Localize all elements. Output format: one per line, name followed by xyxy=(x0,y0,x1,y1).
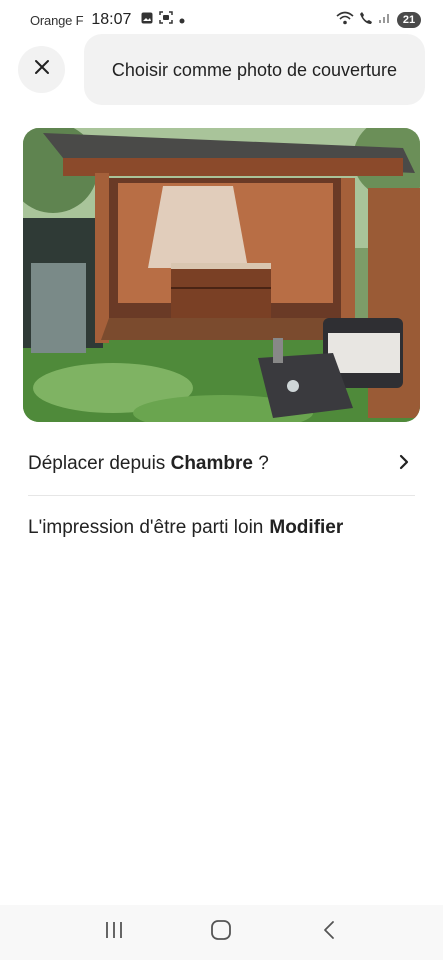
home-button[interactable] xyxy=(196,913,246,953)
close-button[interactable] xyxy=(18,46,65,93)
screen: Orange F 18:07 21 Choisir comme photo de… xyxy=(0,0,443,960)
home-icon xyxy=(210,919,232,946)
clock: 18:07 xyxy=(91,11,132,28)
edit-caption-button[interactable]: Modifier xyxy=(269,517,343,539)
chevron-right-icon xyxy=(399,454,409,475)
status-icons-left xyxy=(141,11,185,29)
move-prefix: Déplacer depuis xyxy=(28,453,171,474)
gallery-icon xyxy=(141,11,153,29)
move-suffix: ? xyxy=(252,453,269,474)
back-button[interactable] xyxy=(304,913,354,953)
carrier-label: Orange F xyxy=(30,12,84,28)
recent-apps-icon xyxy=(104,921,124,944)
move-from-room-row[interactable]: Déplacer depuis Chambre ? xyxy=(28,442,415,486)
photo-caption: L'impression d'être parti loin xyxy=(28,517,264,538)
recent-apps-button[interactable] xyxy=(89,913,139,953)
close-icon xyxy=(34,59,50,80)
back-icon xyxy=(323,920,335,945)
status-icons-right: 21 xyxy=(336,11,421,30)
divider xyxy=(28,495,415,496)
room-name: Chambre xyxy=(170,453,253,474)
dot-icon xyxy=(179,11,185,29)
set-cover-photo-button[interactable]: Choisir comme photo de couverture xyxy=(84,34,425,105)
system-nav-bar xyxy=(0,905,443,960)
wifi-icon xyxy=(336,11,354,30)
signal-icon xyxy=(378,11,392,29)
caption-row: L'impression d'être parti loin Modifier xyxy=(28,506,415,550)
battery-icon: 21 xyxy=(397,12,421,28)
listing-photo xyxy=(23,128,420,422)
move-from-room-label: Déplacer depuis Chambre ? xyxy=(28,453,269,475)
set-cover-photo-label: Choisir comme photo de couverture xyxy=(111,59,398,80)
call-icon xyxy=(359,11,373,30)
screenshot-icon xyxy=(159,11,174,29)
